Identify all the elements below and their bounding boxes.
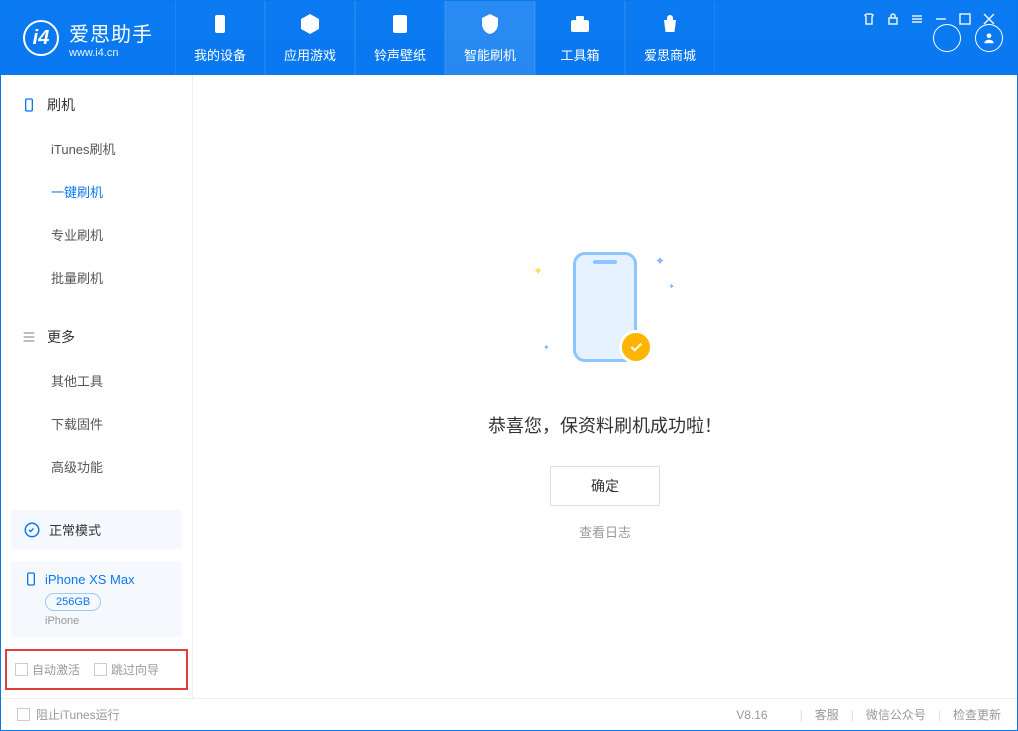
sidebar-section-flash: 刷机 iTunes刷机 一键刷机 专业刷机 批量刷机 xyxy=(1,75,192,307)
menu-button[interactable] xyxy=(910,12,924,26)
refresh-icon xyxy=(23,521,41,539)
app-header: i4 爱思助手 www.i4.cn 我的设备 应用游戏 铃声壁纸 智能刷机 工具… xyxy=(1,1,1017,75)
app-footer: 阻止iTunes运行 V8.16 | 客服 | 微信公众号 | 检查更新 xyxy=(1,698,1017,730)
auto-activate-checkbox[interactable]: 自动激活 xyxy=(15,661,80,678)
customer-service-link[interactable]: 客服 xyxy=(815,706,839,723)
sidebar: 刷机 iTunes刷机 一键刷机 专业刷机 批量刷机 更多 其他工具 下载固件 … xyxy=(1,75,193,698)
nav-ringtone-wallpaper[interactable]: 铃声壁纸 xyxy=(355,1,445,75)
maximize-icon xyxy=(959,13,971,25)
sidebar-item-itunes-flash[interactable]: iTunes刷机 xyxy=(1,127,192,170)
checkbox-label: 自动激活 xyxy=(32,661,80,678)
tshirt-icon xyxy=(863,13,875,25)
maximize-button[interactable] xyxy=(958,12,972,26)
skip-wizard-checkbox[interactable]: 跳过向导 xyxy=(94,661,159,678)
user-icon xyxy=(982,31,996,45)
user-button[interactable] xyxy=(975,24,1003,52)
sidebar-section-more: 更多 其他工具 下载固件 高级功能 xyxy=(1,307,192,496)
menu-icon xyxy=(911,13,923,25)
divider: | xyxy=(938,708,941,722)
sidebar-header-label: 刷机 xyxy=(47,95,75,115)
version-label: V8.16 xyxy=(736,708,767,722)
sparkle-icon: ✦ xyxy=(533,264,543,278)
check-update-link[interactable]: 检查更新 xyxy=(953,706,1001,723)
checkbox-icon xyxy=(15,663,28,676)
cube-icon xyxy=(298,12,322,39)
nav-label: 智能刷机 xyxy=(464,45,516,64)
checkmark-icon xyxy=(628,339,644,355)
logo-icon: i4 xyxy=(23,20,59,56)
nav-label: 铃声壁纸 xyxy=(374,45,426,64)
block-itunes-checkbox[interactable]: 阻止iTunes运行 xyxy=(17,706,120,723)
phone-icon xyxy=(21,97,37,113)
checkbox-icon xyxy=(94,663,107,676)
ok-button[interactable]: 确定 xyxy=(550,466,660,506)
logo-subtitle: www.i4.cn xyxy=(69,47,153,59)
success-illustration: ✦ ✦ ✦ ✦ xyxy=(515,232,695,382)
device-icon xyxy=(208,12,232,39)
sparkle-icon: ✦ xyxy=(543,343,550,352)
store-icon xyxy=(658,12,682,39)
checkbox-label: 阻止iTunes运行 xyxy=(36,706,120,723)
lock-icon xyxy=(887,13,899,25)
sidebar-item-advanced[interactable]: 高级功能 xyxy=(1,445,192,488)
app-body: 刷机 iTunes刷机 一键刷机 专业刷机 批量刷机 更多 其他工具 下载固件 … xyxy=(1,75,1017,698)
flash-options-highlighted: 自动激活 跳过向导 xyxy=(5,649,188,690)
header-actions xyxy=(933,24,1017,52)
sidebar-item-download-firmware[interactable]: 下载固件 xyxy=(1,402,192,445)
device-name-row: iPhone XS Max xyxy=(23,571,170,587)
checkbox-label: 跳过向导 xyxy=(111,661,159,678)
nav-smart-flash[interactable]: 智能刷机 xyxy=(445,1,535,75)
nav-apps-games[interactable]: 应用游戏 xyxy=(265,1,355,75)
nav-label: 工具箱 xyxy=(560,45,599,64)
main-content: ✦ ✦ ✦ ✦ 恭喜您，保资料刷机成功啦！ 确定 查看日志 xyxy=(193,75,1017,698)
download-icon xyxy=(940,31,954,45)
nav-label: 我的设备 xyxy=(194,45,246,64)
nav-label: 应用游戏 xyxy=(284,45,336,64)
nav-toolbox[interactable]: 工具箱 xyxy=(535,1,625,75)
device-card[interactable]: iPhone XS Max 256GB iPhone xyxy=(11,561,182,637)
close-icon xyxy=(983,13,995,25)
nav-label: 爱思商城 xyxy=(644,45,696,64)
divider: | xyxy=(800,708,803,722)
sparkle-icon: ✦ xyxy=(668,282,675,291)
checkbox-icon xyxy=(17,708,30,721)
logo-text: 爱思助手 www.i4.cn xyxy=(69,18,153,59)
device-mode-label: 正常模式 xyxy=(49,520,101,539)
device-name: iPhone XS Max xyxy=(45,572,135,587)
phone-icon xyxy=(23,571,39,587)
sidebar-header-flash: 刷机 xyxy=(1,83,192,127)
checkmark-badge xyxy=(619,330,653,364)
minimize-button[interactable] xyxy=(934,12,948,26)
divider: | xyxy=(851,708,854,722)
device-capacity: 256GB xyxy=(45,593,101,611)
view-log-link[interactable]: 查看日志 xyxy=(579,522,631,541)
shield-icon xyxy=(478,12,502,39)
sparkle-icon: ✦ xyxy=(655,254,665,268)
nav-store[interactable]: 爱思商城 xyxy=(625,1,715,75)
logo-title: 爱思助手 xyxy=(69,18,153,47)
lock-button[interactable] xyxy=(886,12,900,26)
logo-area: i4 爱思助手 www.i4.cn xyxy=(1,18,175,59)
list-icon xyxy=(21,329,37,345)
sidebar-item-oneclick-flash[interactable]: 一键刷机 xyxy=(1,170,192,213)
sidebar-item-pro-flash[interactable]: 专业刷机 xyxy=(1,213,192,256)
music-icon xyxy=(388,12,412,39)
sidebar-item-batch-flash[interactable]: 批量刷机 xyxy=(1,256,192,299)
wechat-link[interactable]: 微信公众号 xyxy=(866,706,926,723)
download-button[interactable] xyxy=(933,24,961,52)
minimize-icon xyxy=(935,13,947,25)
theme-button[interactable] xyxy=(862,12,876,26)
sidebar-header-more: 更多 xyxy=(1,315,192,359)
close-button[interactable] xyxy=(982,12,996,26)
device-mode-status[interactable]: 正常模式 xyxy=(11,510,182,549)
device-type: iPhone xyxy=(45,615,170,627)
main-nav: 我的设备 应用游戏 铃声壁纸 智能刷机 工具箱 爱思商城 xyxy=(175,1,715,75)
sidebar-item-other-tools[interactable]: 其他工具 xyxy=(1,359,192,402)
sidebar-header-label: 更多 xyxy=(47,327,75,347)
toolbox-icon xyxy=(568,12,592,39)
window-controls xyxy=(862,12,996,26)
success-message: 恭喜您，保资料刷机成功啦！ xyxy=(488,412,722,438)
nav-my-device[interactable]: 我的设备 xyxy=(175,1,265,75)
